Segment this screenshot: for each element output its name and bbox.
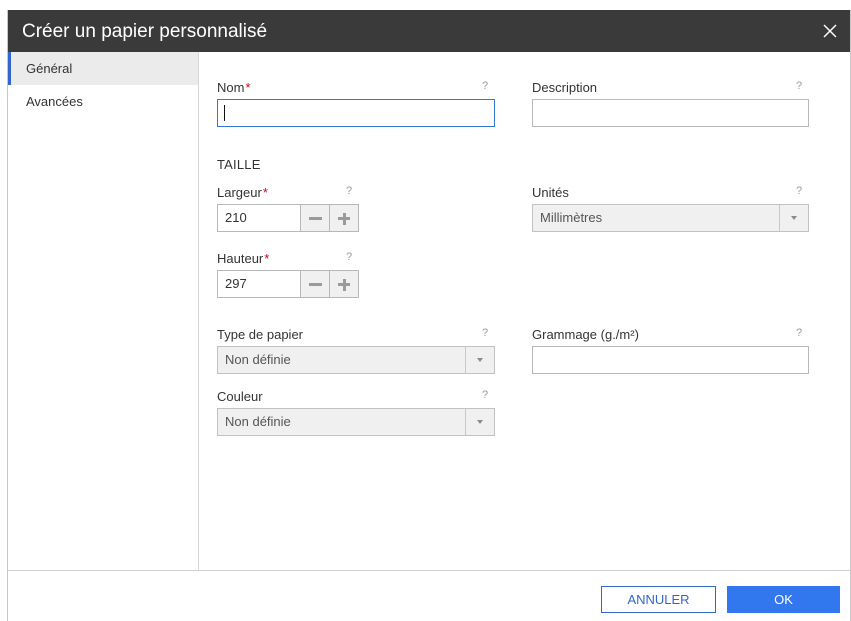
close-icon[interactable] [818,19,842,43]
name-field: Nom* ? [217,80,495,128]
units-label: Unités [532,185,569,200]
name-input[interactable] [217,99,495,127]
height-increment-button[interactable] [330,270,359,298]
description-input[interactable] [532,99,809,127]
description-field: Description ? [532,80,809,128]
sidebar-item-general[interactable]: Général [8,52,198,85]
weight-label: Grammage (g./m²) [532,327,639,342]
minus-icon [309,217,322,220]
dialog-footer: ANNULER OK [8,570,850,621]
color-label: Couleur [217,389,263,404]
sidebar-item-label: Avancées [26,94,83,109]
weight-field: Grammage (g./m²) ? [532,327,809,375]
chevron-down-icon[interactable] [779,205,808,231]
height-decrement-button[interactable] [300,270,330,298]
minus-icon [309,283,322,286]
paper-type-field: Type de papier ? Non définie [217,327,495,375]
color-select[interactable]: Non définie [217,408,495,436]
ok-button[interactable]: OK [727,586,840,613]
sidebar: Général Avancées [8,52,199,570]
sidebar-item-label: Général [26,61,73,76]
width-input[interactable]: 210 [217,204,300,232]
height-field: Hauteur* ? 297 [217,251,359,299]
help-icon[interactable]: ? [346,251,352,263]
general-panel: Nom* ? Description ? TAILLE Largeur* ? 2… [199,52,850,570]
cancel-button[interactable]: ANNULER [601,586,716,613]
color-selected-value: Non définie [225,414,291,429]
color-field: Couleur ? Non définie [217,389,495,437]
dialog-title: Créer un papier personnalisé [22,21,268,42]
units-select[interactable]: Millimètres [532,204,809,232]
width-decrement-button[interactable] [300,204,330,232]
help-icon[interactable]: ? [482,389,488,401]
sidebar-item-advanced[interactable]: Avancées [8,85,198,118]
units-selected-value: Millimètres [540,210,603,225]
help-icon[interactable]: ? [482,327,488,339]
create-custom-paper-dialog: Créer un papier personnalisé Général Ava… [7,10,851,621]
paper-type-label: Type de papier [217,327,304,342]
dialog-titlebar: Créer un papier personnalisé [8,10,850,52]
help-icon[interactable]: ? [796,327,802,339]
weight-input[interactable] [532,346,809,374]
size-section-title: TAILLE [217,157,261,172]
help-icon[interactable]: ? [796,80,802,92]
paper-type-selected-value: Non définie [225,352,291,367]
width-increment-button[interactable] [330,204,359,232]
name-label: Nom* [217,80,251,95]
units-field: Unités ? Millimètres [532,185,809,233]
height-input[interactable]: 297 [217,270,300,298]
chevron-down-icon[interactable] [465,347,494,373]
help-icon[interactable]: ? [796,185,802,197]
help-icon[interactable]: ? [346,185,352,197]
description-label: Description [532,80,598,95]
chevron-down-icon[interactable] [465,409,494,435]
width-label: Largeur* [217,185,268,200]
height-label: Hauteur* [217,251,270,266]
paper-type-select[interactable]: Non définie [217,346,495,374]
help-icon[interactable]: ? [482,80,488,92]
text-caret [224,105,225,121]
width-field: Largeur* ? 210 [217,185,359,233]
